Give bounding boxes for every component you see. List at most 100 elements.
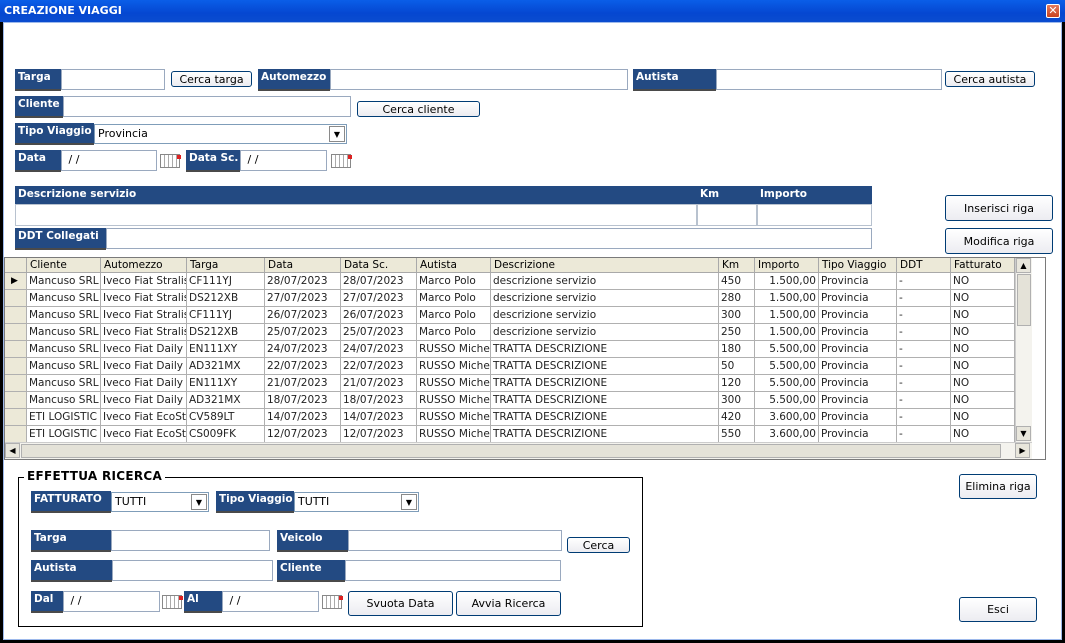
table-cell[interactable]: - (897, 358, 951, 375)
table-row[interactable]: Mancuso SRL Iveco Fiat Daily S EN111XY 21/0… (5, 375, 1015, 392)
table-cell[interactable]: 250 (719, 324, 755, 341)
table-cell[interactable]: 550 (719, 426, 755, 443)
table-cell[interactable]: descrizione servizio (491, 273, 719, 290)
column-header[interactable]: Data Sc. (341, 258, 417, 273)
scroll-right-icon[interactable]: ▶ (1015, 443, 1030, 458)
table-cell[interactable]: Provincia (819, 426, 897, 443)
km-input[interactable] (697, 204, 757, 226)
trips-table[interactable]: Cliente Automezzo Targa Data Data Sc. Au… (4, 257, 1046, 460)
inserisci-riga-button[interactable]: Inserisci riga (945, 195, 1053, 221)
column-header[interactable]: Tipo Viaggio (819, 258, 897, 273)
cerca-cliente-button[interactable]: Cerca cliente (357, 101, 480, 117)
autista-input[interactable] (716, 69, 942, 90)
table-cell[interactable]: 24/07/2023 (341, 341, 417, 358)
table-cell[interactable]: Provincia (819, 409, 897, 426)
table-cell[interactable]: 22/07/2023 (341, 358, 417, 375)
table-cell[interactable]: Provincia (819, 358, 897, 375)
search-cliente-input[interactable] (345, 560, 561, 581)
table-cell[interactable]: 27/07/2023 (341, 290, 417, 307)
table-cell[interactable]: 180 (719, 341, 755, 358)
al-input[interactable]: / / (222, 591, 319, 612)
table-cell[interactable]: - (897, 341, 951, 358)
table-cell[interactable]: NO (951, 426, 1015, 443)
table-cell[interactable]: Iveco Fiat Stralis (101, 273, 187, 290)
search-autista-input[interactable] (112, 560, 273, 581)
table-cell[interactable]: 24/07/2023 (265, 341, 341, 358)
table-cell[interactable]: NO (951, 324, 1015, 341)
table-cell[interactable]: ETI LOGISTIC (27, 409, 101, 426)
table-cell[interactable]: Marco Polo (417, 324, 491, 341)
cliente-input[interactable] (63, 96, 351, 117)
table-row[interactable]: Mancuso SRL Iveco Fiat Stralis DS212XB 25/0… (5, 324, 1015, 341)
row-selector[interactable] (5, 392, 27, 409)
table-cell[interactable]: descrizione servizio (491, 290, 719, 307)
chevron-down-icon[interactable]: ▼ (329, 126, 345, 142)
table-cell[interactable]: TRATTA DESCRIZIONE (491, 409, 719, 426)
table-cell[interactable]: Provincia (819, 375, 897, 392)
table-cell[interactable]: RUSSO Miche (417, 375, 491, 392)
table-cell[interactable]: Iveco Fiat EcoSt (101, 426, 187, 443)
table-cell[interactable]: 1.500,00 (755, 290, 819, 307)
chevron-down-icon[interactable]: ▼ (191, 494, 207, 510)
row-selector[interactable] (5, 307, 27, 324)
table-row[interactable]: Mancuso SRL Iveco Fiat Stralis DS212XB 27/0… (5, 290, 1015, 307)
table-cell[interactable]: - (897, 426, 951, 443)
table-cell[interactable]: 26/07/2023 (341, 307, 417, 324)
avvia-ricerca-button[interactable]: Avvia Ricerca (456, 591, 561, 616)
table-cell[interactable]: Marco Polo (417, 307, 491, 324)
table-cell[interactable]: Provincia (819, 324, 897, 341)
table-cell[interactable]: - (897, 409, 951, 426)
table-cell[interactable]: - (897, 375, 951, 392)
table-cell[interactable]: Marco Polo (417, 273, 491, 290)
calendar-icon[interactable] (158, 151, 182, 171)
table-cell[interactable]: 22/07/2023 (265, 358, 341, 375)
table-cell[interactable]: 18/07/2023 (265, 392, 341, 409)
row-selector[interactable] (5, 426, 27, 443)
table-row[interactable]: Mancuso SRL Iveco Fiat Stralis CF111YJ 26/0… (5, 307, 1015, 324)
column-header[interactable]: Descrizione (491, 258, 719, 273)
esci-button[interactable]: Esci (959, 597, 1037, 622)
table-cell[interactable]: 450 (719, 273, 755, 290)
row-selector[interactable] (5, 409, 27, 426)
table-cell[interactable]: 21/07/2023 (341, 375, 417, 392)
table-cell[interactable]: EN111XY (187, 375, 265, 392)
table-cell[interactable]: 120 (719, 375, 755, 392)
search-tipo-viaggio-select[interactable]: TUTTI ▼ (294, 492, 419, 512)
table-cell[interactable]: CV589LT (187, 409, 265, 426)
table-cell[interactable]: Mancuso SRL (27, 273, 101, 290)
table-cell[interactable]: AD321MX (187, 392, 265, 409)
column-header[interactable]: Cliente (27, 258, 101, 273)
table-cell[interactable]: Provincia (819, 273, 897, 290)
search-targa-input[interactable] (111, 530, 270, 551)
table-cell[interactable]: Iveco Fiat Stralis (101, 324, 187, 341)
table-cell[interactable]: CF111YJ (187, 273, 265, 290)
table-cell[interactable]: 280 (719, 290, 755, 307)
table-cell[interactable]: 14/07/2023 (341, 409, 417, 426)
close-icon[interactable]: ✕ (1046, 4, 1060, 18)
table-cell[interactable]: 300 (719, 307, 755, 324)
table-cell[interactable]: 27/07/2023 (265, 290, 341, 307)
table-cell[interactable]: NO (951, 358, 1015, 375)
table-cell[interactable]: 25/07/2023 (341, 324, 417, 341)
table-row[interactable]: ETI LOGISTIC Iveco Fiat EcoSt CS009FK 12/07… (5, 426, 1015, 443)
table-cell[interactable]: Mancuso SRL (27, 324, 101, 341)
column-header[interactable]: Automezzo (101, 258, 187, 273)
table-cell[interactable]: Mancuso SRL (27, 375, 101, 392)
table-cell[interactable]: 5.500,00 (755, 392, 819, 409)
table-cell[interactable]: Mancuso SRL (27, 290, 101, 307)
cerca-button[interactable]: Cerca (567, 537, 630, 553)
table-cell[interactable]: NO (951, 409, 1015, 426)
table-cell[interactable]: RUSSO Miche (417, 341, 491, 358)
tipo-viaggio-select[interactable]: Provincia ▼ (94, 124, 347, 144)
table-cell[interactable]: 28/07/2023 (265, 273, 341, 290)
table-cell[interactable]: DS212XB (187, 290, 265, 307)
column-header[interactable]: Fatturato (951, 258, 1015, 273)
table-cell[interactable]: 18/07/2023 (341, 392, 417, 409)
table-cell[interactable]: 12/07/2023 (341, 426, 417, 443)
table-cell[interactable]: Provincia (819, 307, 897, 324)
modifica-riga-button[interactable]: Modifica riga (945, 228, 1053, 254)
cerca-autista-button[interactable]: Cerca autista (945, 71, 1035, 87)
table-cell[interactable]: - (897, 307, 951, 324)
table-cell[interactable]: - (897, 290, 951, 307)
table-cell[interactable]: 26/07/2023 (265, 307, 341, 324)
